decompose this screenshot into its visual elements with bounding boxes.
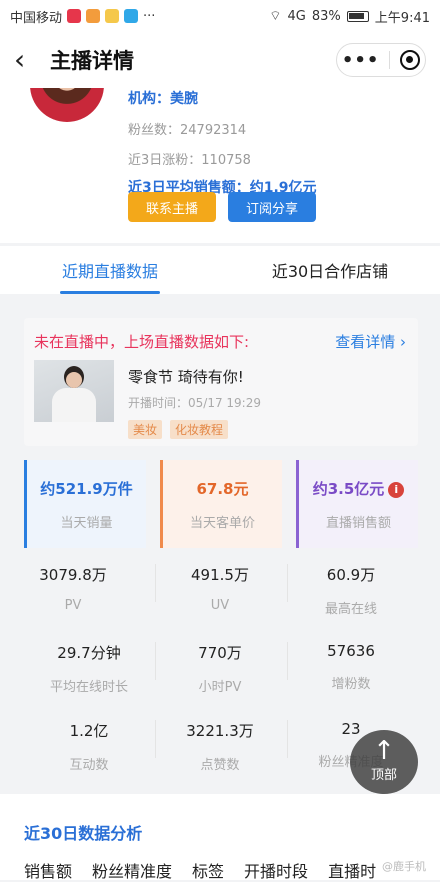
contact-streamer-button[interactable]: 联系主播 (128, 192, 216, 222)
view-details-link[interactable]: 查看详情 › (335, 331, 406, 352)
stat-card-live-sales: 约3.5亿元 i 直播销售额 (296, 460, 418, 548)
tab-partner-shops[interactable]: 近30日合作店铺 (220, 246, 440, 294)
analysis-tab-duration[interactable]: 直播时 (328, 858, 376, 882)
summary-stats: 约521.9万件 当天销量 67.8元 当天客单价 约3.5亿元 i 直播销售额 (24, 460, 418, 548)
wifi-icon: ⌔ (269, 9, 282, 24)
metric-label: 最高在线 (324, 602, 377, 617)
content-tabs: 近期直播数据 近30日合作店铺 (0, 246, 440, 294)
metric-likes: 3221.3万 点赞数 (147, 720, 293, 773)
tag-makeup-tutorial: 化妆教程 (170, 420, 229, 439)
column-divider (287, 720, 288, 758)
app-notification-icon (105, 9, 120, 23)
tag-makeup: 美妆 (128, 420, 163, 439)
live-title: 零食节 琦待有你! (128, 368, 244, 386)
profile-actions: 联系主播 订阅分享 (128, 192, 316, 222)
organization: 机构：美腕 (128, 91, 198, 107)
app-notification-icon (86, 9, 101, 23)
back-to-top-button[interactable]: ↑ 顶部 (350, 730, 418, 794)
streamer-profile: 机构：美腕 粉丝数：24792314 近3日涨粉：110758 近3日平均销售额… (0, 48, 440, 243)
stat-label: 当天销量 (60, 516, 113, 531)
thumbnail-face (66, 372, 82, 388)
metric-label: 点赞数 (200, 758, 240, 773)
metric-pv: 3079.8万 PV (0, 564, 146, 613)
metric-label: 互动数 (69, 758, 109, 773)
metric-avg-online-time: 29.7分钟 平均在线时长 (16, 642, 162, 695)
metric-value: 29.7分钟 (57, 644, 121, 662)
column-divider (155, 720, 156, 758)
live-thumbnail (34, 360, 114, 422)
stat-card-avg-order: 67.8元 当天客单价 (160, 460, 282, 548)
mini-program-capsule: ••• (336, 43, 426, 77)
app-notification-icon (67, 9, 82, 23)
column-divider (287, 642, 288, 680)
watermark: @鹿手机 (382, 860, 426, 873)
signal-label: 4G (287, 8, 306, 24)
live-tags: 美妆 化妆教程 (128, 420, 229, 439)
page-title: 主播详情 (50, 49, 134, 73)
analysis-tab-sales[interactable]: 销售额 (24, 858, 72, 882)
more-options-icon[interactable]: ••• (342, 50, 380, 71)
subscribe-share-button[interactable]: 订阅分享 (228, 192, 316, 222)
stat-value-wrap: 约3.5亿元 i (299, 478, 418, 499)
stat-card-sales-volume: 约521.9万件 当天销量 (24, 460, 146, 548)
carrier-name: 中国移动 (10, 10, 63, 26)
battery-percent: 83% (311, 8, 341, 24)
thumbnail-body (52, 388, 96, 422)
column-divider (155, 564, 156, 602)
metric-peak-online: 60.9万最高在线 (278, 564, 424, 617)
metric-label: PV (64, 598, 82, 613)
stat-label: 直播销售额 (325, 516, 391, 531)
back-to-top-label: 顶部 (370, 768, 397, 783)
close-mini-program-icon[interactable] (400, 50, 421, 70)
metric-value: 57636 (327, 642, 375, 660)
clock: 上午9:41 (374, 10, 430, 26)
analysis-tab-tags[interactable]: 标签 (192, 858, 224, 882)
metric-label: UV (210, 598, 230, 613)
metric-value: 770万 (198, 644, 242, 662)
analysis-tab-time-slot[interactable]: 开播时段 (244, 858, 308, 882)
column-divider (155, 642, 156, 680)
metric-hourly-pv: 770万小时PV (147, 642, 293, 695)
fan-count: 粉丝数：24792314 (128, 123, 247, 138)
metric-fan-gain: 57636 增粉数 (278, 642, 424, 692)
metric-label: 增粉数 (331, 677, 371, 692)
analysis-tabs: 销售额 粉丝精准度 标签 开播时段 直播时 (0, 858, 440, 882)
back-arrow-icon[interactable]: ‹ (14, 46, 44, 74)
profile-info: 机构：美腕 粉丝数：24792314 近3日涨粉：110758 近3日平均销售额… (128, 88, 317, 197)
app-notification-icon (124, 9, 139, 23)
nav-bar: ‹ 主播详情 ••• (0, 32, 440, 88)
stat-value: 67.8元 (196, 480, 249, 498)
capsule-divider (389, 51, 391, 69)
analysis-tab-fan-accuracy[interactable]: 粉丝精准度 (92, 858, 172, 882)
metric-uv: 491.5万 UV (147, 564, 293, 613)
last-live-card[interactable]: 未在直播中，上场直播数据如下: 查看详情 › 零食节 琦待有你! 开播时间：05… (24, 318, 418, 446)
metric-value: 1.2亿 (69, 722, 109, 740)
column-divider (287, 564, 288, 602)
thirty-day-analysis: 近30日数据分析 销售额 粉丝精准度 标签 开播时段 直播时 @鹿手机 (0, 794, 440, 882)
stat-label: 当天客单价 (189, 516, 255, 531)
metric-value: 3221.3万 (186, 722, 254, 740)
metric-label: 小时PV (198, 680, 242, 695)
battery-icon (346, 10, 369, 22)
analysis-title: 近30日数据分析 (24, 824, 143, 843)
metric-value: 491.5万 (191, 566, 249, 584)
live-status: 未在直播中，上场直播数据如下: (34, 333, 250, 351)
stat-value: 约3.5亿元 (312, 480, 385, 498)
arrow-up-icon: ↑ (373, 736, 395, 766)
info-icon[interactable]: i (388, 481, 405, 498)
metric-value: 3079.8万 (39, 566, 107, 584)
more-notifications-icon: ··· (143, 8, 156, 24)
status-bar: 中国移动 ··· ⌔ 4G 83% 上午9:41 (0, 0, 440, 32)
metric-label: 平均在线时长 (49, 680, 128, 695)
recent-fan-growth: 近3日涨粉：110758 (128, 153, 251, 168)
tab-recent-live-data[interactable]: 近期直播数据 (0, 246, 220, 294)
metric-value: 60.9万 (326, 566, 376, 584)
metric-interactions: 1.2亿互动数 (16, 720, 162, 773)
stat-value: 约521.9万件 (40, 480, 133, 498)
live-start-time: 开播时间：05/17 19:29 (128, 396, 261, 410)
